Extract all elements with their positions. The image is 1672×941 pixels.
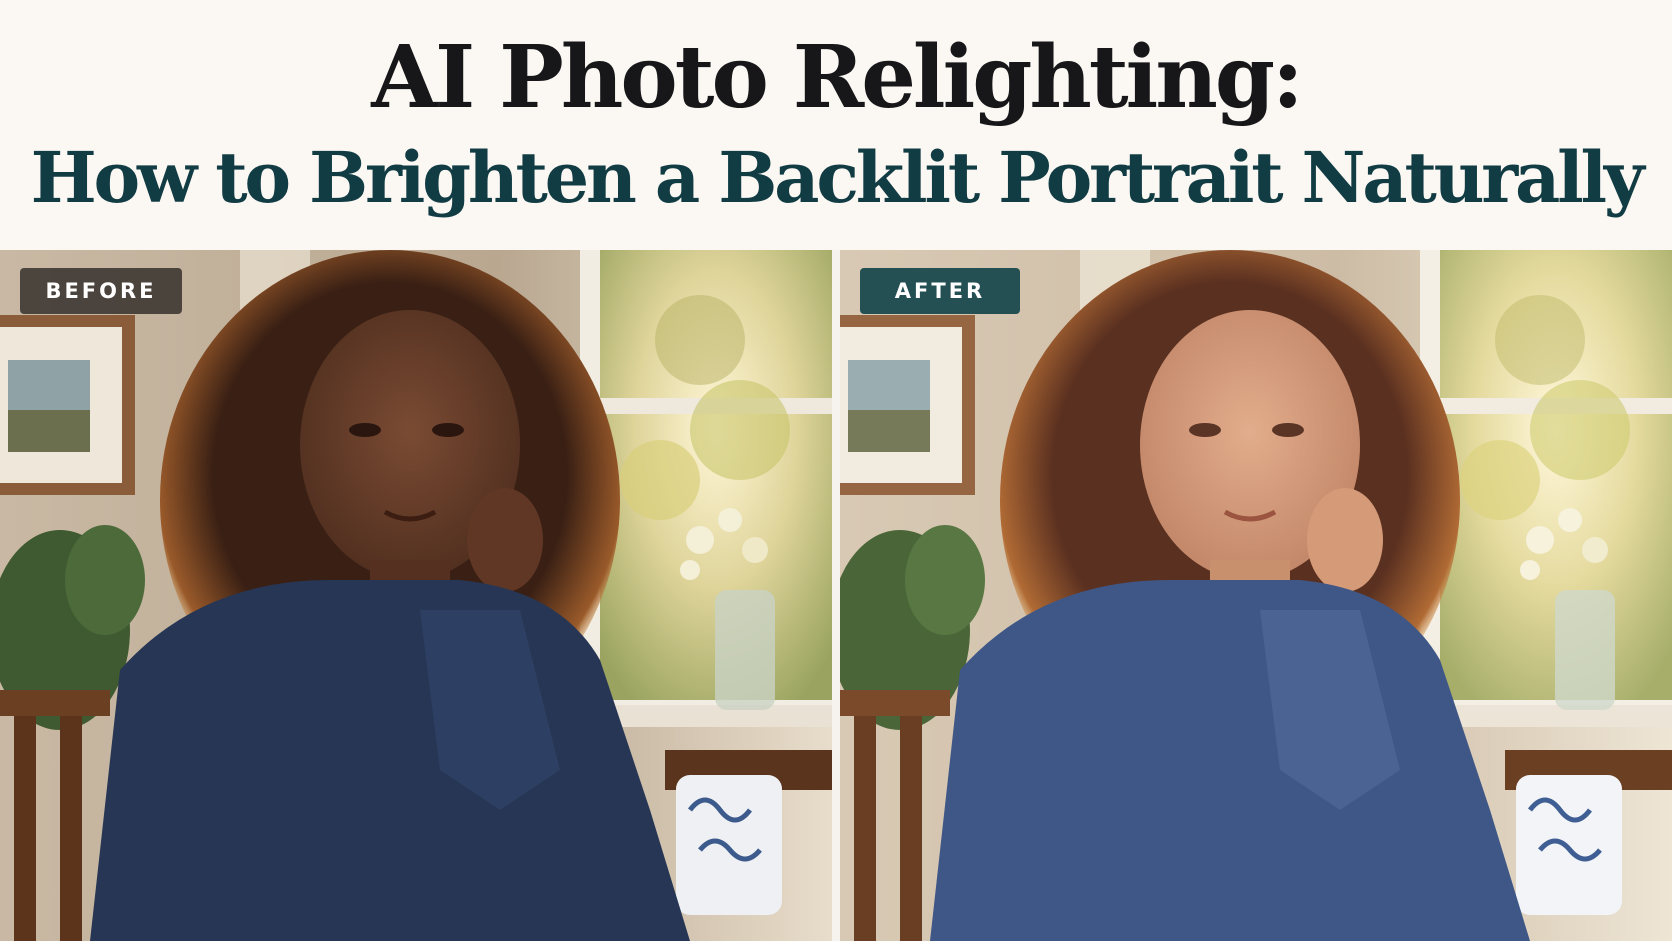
after-photo-panel: AFTER (840, 250, 1672, 941)
after-label-badge: AFTER (860, 268, 1020, 314)
before-photo-panel: BEFORE (0, 250, 832, 941)
before-portrait-image (0, 250, 832, 941)
before-label-badge: BEFORE (20, 268, 182, 314)
header: AI Photo Relighting: How to Brighten a B… (0, 0, 1672, 248)
title-line-2: How to Brighten a Backlit Portrait Natur… (30, 136, 1645, 219)
panel-divider (832, 250, 840, 941)
after-portrait-image (840, 250, 1672, 941)
title-line-1: AI Photo Relighting: (371, 27, 1303, 128)
